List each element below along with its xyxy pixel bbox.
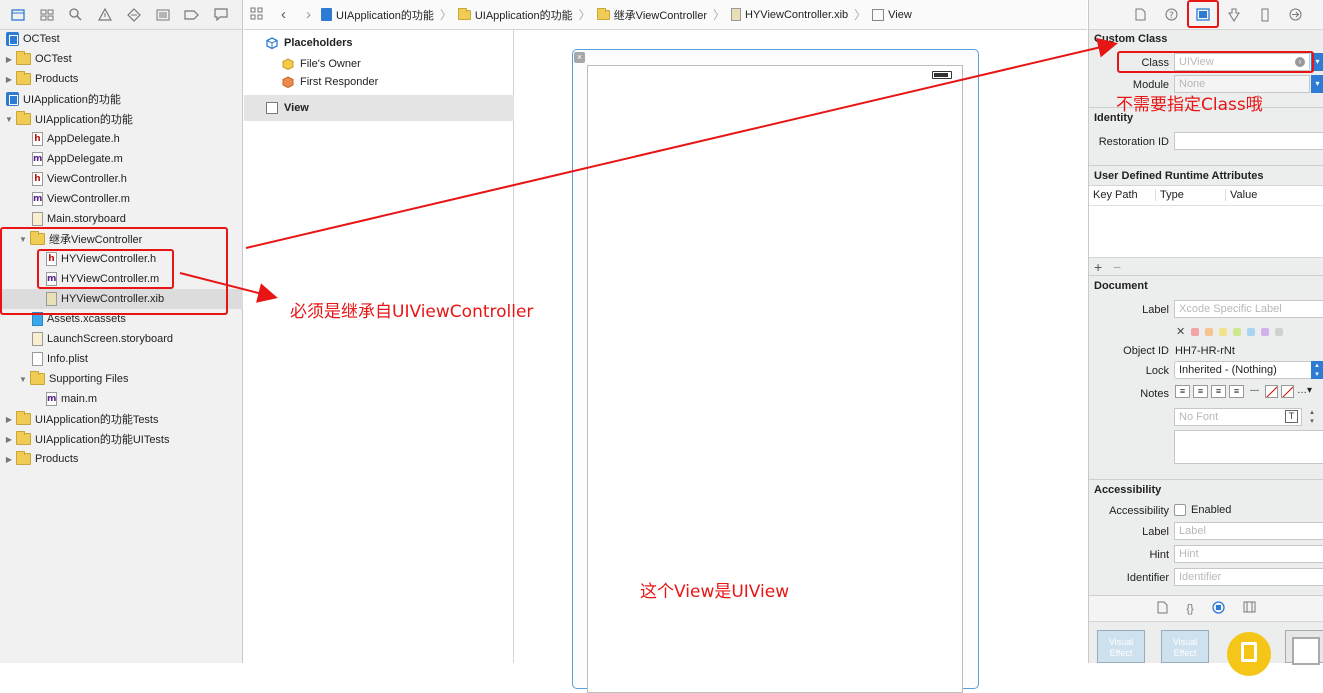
- class-annotation: 不需要指定Class哦: [1116, 95, 1263, 115]
- arrow-folder-to-class: [245, 37, 1118, 249]
- inherit-annotation: 必须是继承自UIViewController: [290, 302, 534, 322]
- arrow-files-to-note: [179, 272, 278, 303]
- view-annotation: 这个View是UIView: [640, 582, 790, 602]
